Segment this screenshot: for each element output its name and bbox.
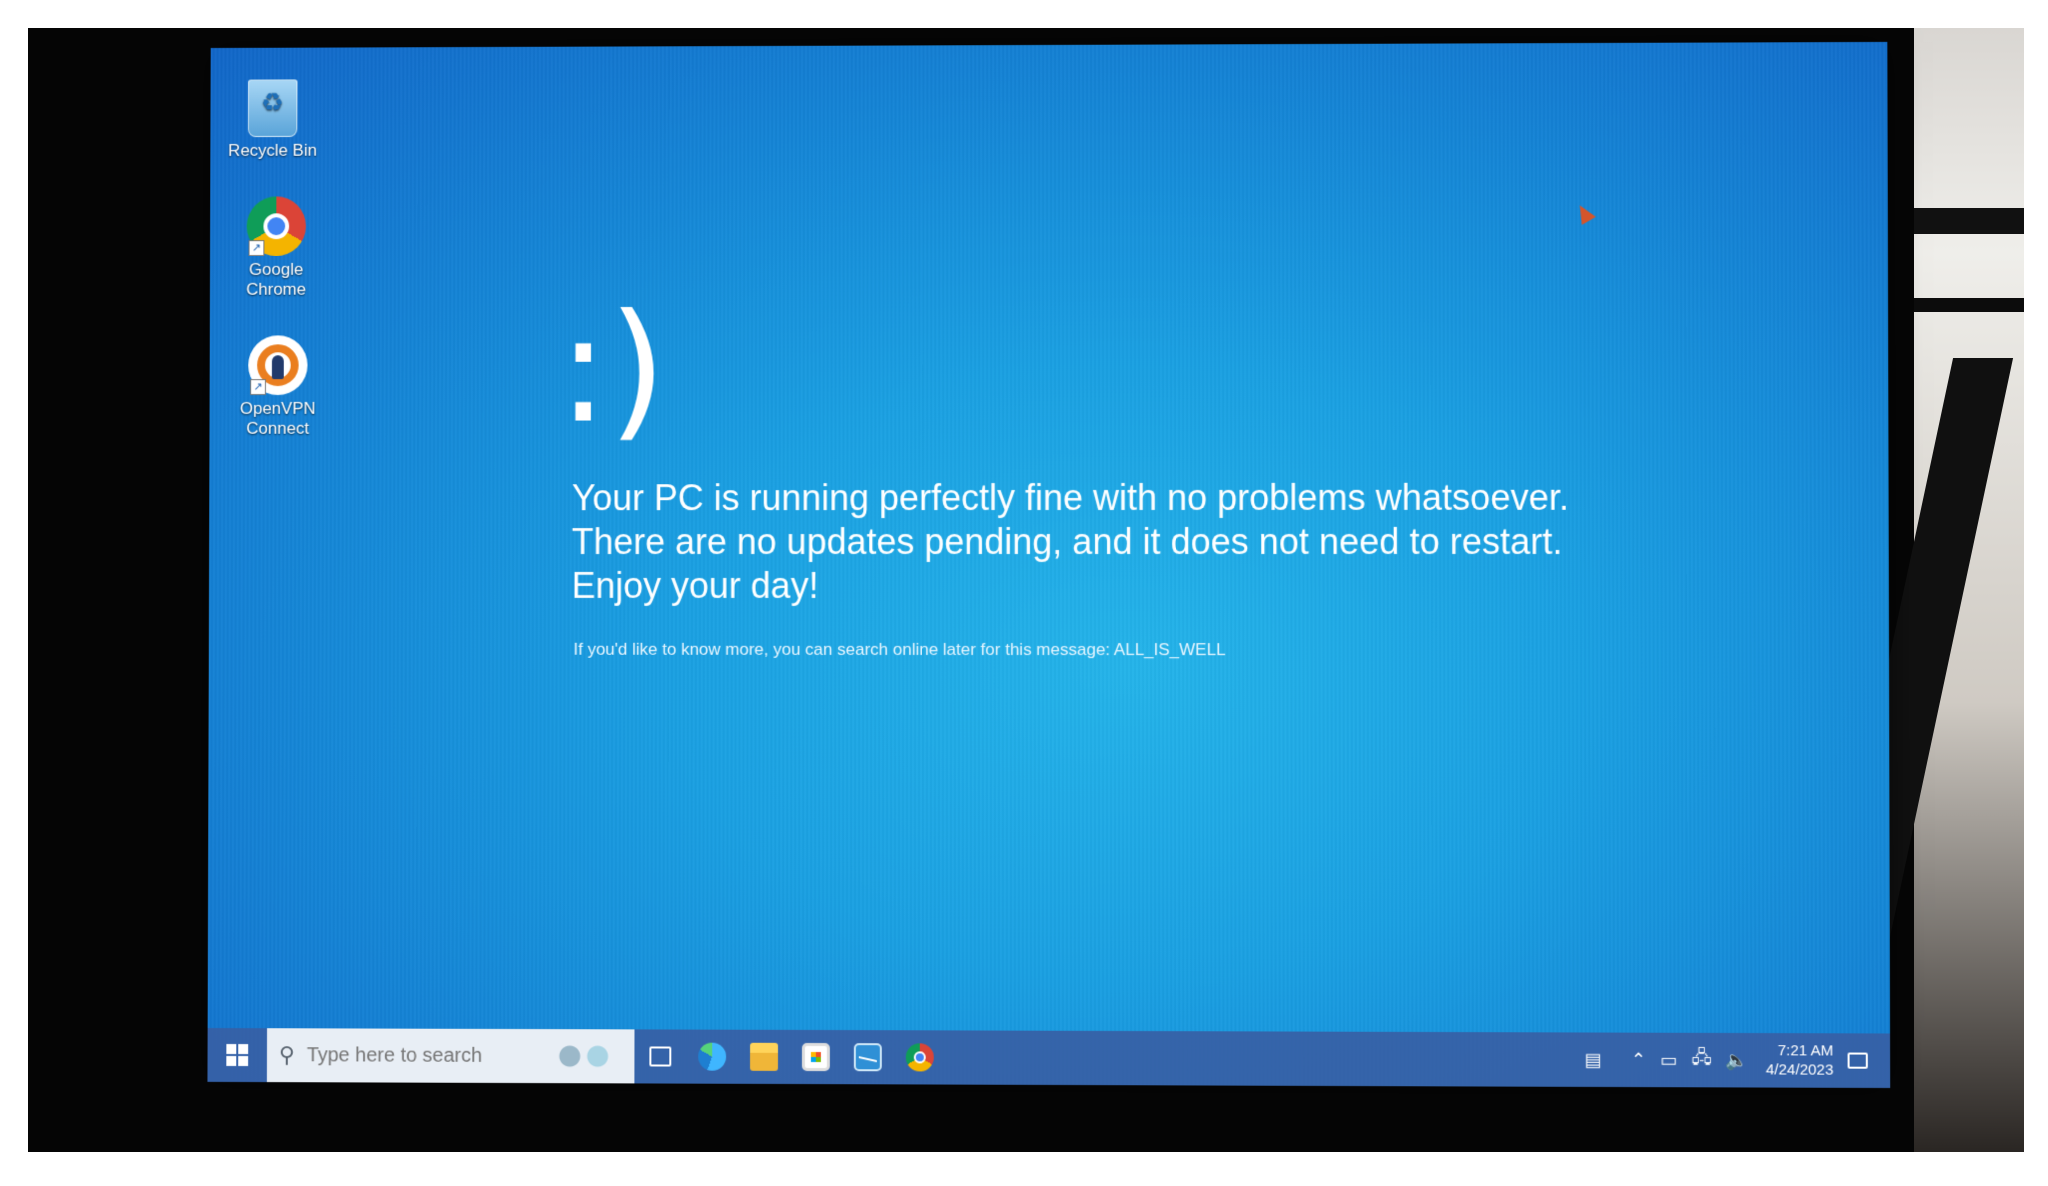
chrome-icon (906, 1043, 934, 1071)
stop-code-hint: If you'd like to know more, you can sear… (573, 640, 1225, 660)
search-input[interactable] (305, 1043, 527, 1069)
desktop-icon-recycle-bin[interactable]: Recycle Bin (218, 75, 327, 161)
shortcut-arrow-icon: ↗ (250, 379, 266, 395)
system-tray: ▤ ⌃ ▭ 🖧 🔈 7:21 AM 4/24/2023 (1577, 1041, 1890, 1080)
taskbar: ⚲ ▤ ⌃ (207, 1028, 1890, 1088)
room-background (1914, 28, 2024, 1152)
task-view-icon (649, 1046, 671, 1066)
message-line: There are no updates pending, and it doe… (572, 520, 1673, 564)
desktop-icon-label: Google (222, 260, 331, 280)
search-icon: ⚲ (279, 1042, 295, 1068)
mouse-cursor-icon (1573, 201, 1596, 225)
desktop-icon-label: Chrome (222, 280, 331, 300)
taskbar-clock[interactable]: 7:21 AM 4/24/2023 (1766, 1041, 1834, 1080)
clock-time: 7:21 AM (1766, 1041, 1834, 1060)
message-line: Your PC is running perfectly fine with n… (572, 476, 1673, 521)
store-icon (802, 1043, 830, 1071)
desktop-icon-label: OpenVPN (223, 399, 332, 419)
search-highlight-icon (549, 1039, 619, 1073)
chrome-icon: ↗ (247, 196, 306, 256)
openvpn-icon: ↗ (248, 335, 307, 395)
smiley-face: :) (558, 295, 667, 444)
taskbar-chrome[interactable] (894, 1030, 946, 1084)
taskbar-file-explorer[interactable] (738, 1030, 790, 1084)
file-explorer-icon (750, 1043, 778, 1071)
shortcut-arrow-icon: ↗ (249, 240, 265, 256)
recycle-bin-icon (248, 79, 298, 137)
chevron-up-icon[interactable]: ⌃ (1631, 1049, 1646, 1070)
notification-center-icon[interactable] (1848, 1053, 1868, 1069)
task-view-button[interactable] (634, 1029, 686, 1083)
taskbar-store[interactable] (790, 1030, 842, 1084)
edge-icon (698, 1043, 726, 1071)
news-widget-icon[interactable]: ▤ (1584, 1049, 1601, 1070)
taskbar-edge[interactable] (686, 1030, 738, 1084)
desktop-icon-label: Connect (223, 419, 332, 439)
battery-icon[interactable]: ▭ (1660, 1049, 1677, 1070)
mail-icon (854, 1043, 882, 1071)
desktop-icon-label: Recycle Bin (218, 141, 327, 161)
desktop-icon-chrome[interactable]: ↗ Google Chrome (222, 196, 331, 299)
volume-icon[interactable]: 🔈 (1726, 1050, 1749, 1071)
start-button[interactable] (207, 1028, 267, 1082)
photo-frame: Recycle Bin ↗ Google Chrome ↗ OpenVPN Co… (28, 28, 2024, 1152)
taskbar-search[interactable]: ⚲ (267, 1028, 635, 1083)
monitor-screen: Recycle Bin ↗ Google Chrome ↗ OpenVPN Co… (207, 42, 1890, 1088)
desktop-icon-openvpn[interactable]: ↗ OpenVPN Connect (223, 335, 332, 438)
clock-date: 4/24/2023 (1766, 1060, 1834, 1079)
message-line: Enjoy your day! (572, 564, 1673, 608)
taskbar-mail[interactable] (842, 1030, 894, 1084)
windows-logo-icon (226, 1044, 248, 1066)
network-icon[interactable]: 🖧 (1692, 1045, 1712, 1075)
status-message: Your PC is running perfectly fine with n… (572, 476, 1673, 609)
